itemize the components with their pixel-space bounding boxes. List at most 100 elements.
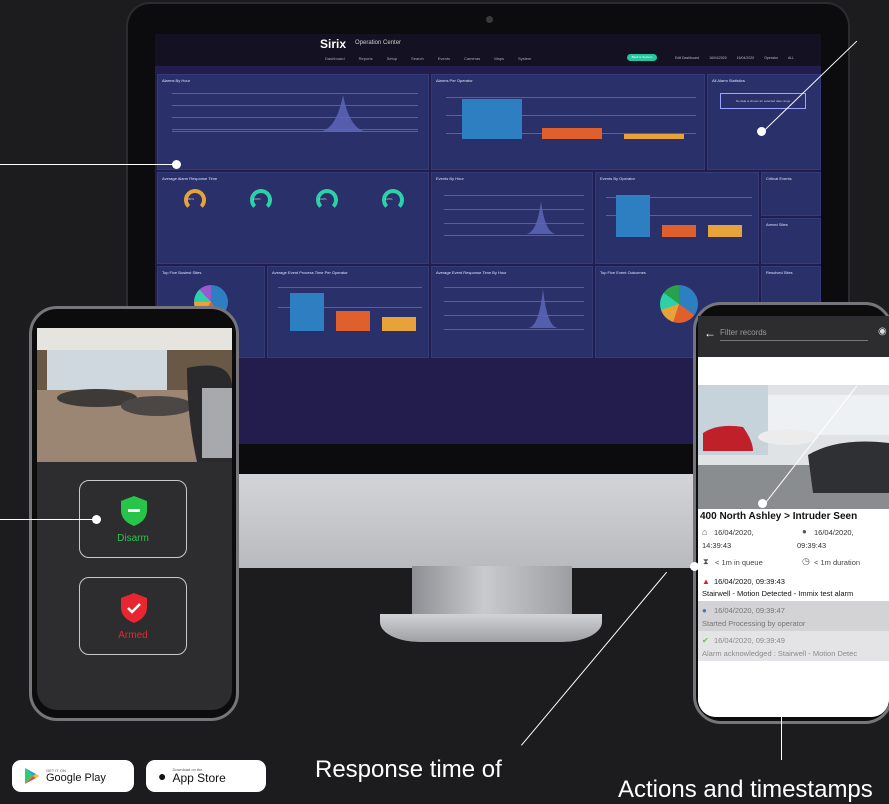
nav-maps[interactable]: Maps: [494, 56, 504, 61]
armed-button[interactable]: Armed: [79, 577, 187, 655]
hourly-response-peak: [528, 289, 558, 328]
back-arrow-icon[interactable]: ←: [704, 326, 716, 340]
monitor-stand: [412, 566, 572, 616]
nav-dashboard[interactable]: Dashboard: [325, 56, 345, 61]
date-to[interactable]: 16/04/2020: [737, 56, 755, 60]
google-play-icon: [25, 768, 39, 784]
dashboard-toolbar: Edit Dashboard 16/04/2020 16/04/2020 Ope…: [675, 56, 794, 60]
outcomes-pie: [660, 285, 698, 323]
webcam: [486, 16, 493, 23]
operator-filter[interactable]: Operator: [764, 56, 778, 60]
panel-avg-alarm-response: Average Alarm Response Time 80% 100% 100…: [157, 172, 429, 264]
event-date-left: 16/04/2020,: [714, 528, 754, 537]
nav-reports[interactable]: Reports: [359, 56, 373, 61]
panel-title: Top Five Event Outcomes: [600, 270, 646, 275]
bar-process-operator-3: [382, 317, 416, 331]
disarm-label: Disarm: [117, 533, 149, 544]
annotation-dot: [874, 563, 883, 572]
duration-time: < 1m duration: [814, 558, 861, 567]
panel-alarms-per-operator: Alarms Per Operator: [431, 74, 705, 170]
nav-cameras[interactable]: Cameras: [464, 56, 480, 61]
annotation-line: [882, 567, 889, 568]
bar-event-operator-1: [616, 195, 650, 237]
nav-events[interactable]: Events: [438, 56, 450, 61]
panel-title: Average Event Response Time By Hour: [436, 270, 507, 275]
event-row-1-text: Stairwell - Motion Detected - Immix test…: [702, 589, 854, 598]
annotation-line: [882, 534, 889, 535]
event-row-1[interactable]: ▲ 16/04/2020, 09:39:43 Stairwell - Motio…: [698, 573, 889, 601]
annotation-dot: [778, 688, 787, 697]
right-phone-screen: 400 North Ashley > Intruder Seen ⌂ 16/04…: [698, 357, 889, 717]
bar-event-operator-2: [662, 225, 696, 237]
panel-title: Alarms By Hour: [162, 78, 191, 83]
event-time-right: 09:39:43: [797, 541, 827, 550]
showroom-camera-feed: [37, 328, 232, 462]
processing-icon: ●: [702, 606, 707, 615]
panel-title: Top Five Busiest Sites: [162, 270, 202, 275]
nav-system[interactable]: System: [518, 56, 531, 61]
panel-title: Resolved Sites: [766, 270, 793, 275]
right-phone-header: ← Filter records ◉: [698, 316, 889, 358]
panel-avg-event-process: Average Event Process Time Per Operator: [267, 266, 429, 358]
caption-actions-timestamps: Actions and timestamps: [618, 776, 873, 803]
panel-title: Average Alarm Response Time: [162, 176, 218, 181]
gauge-4-value: 100%: [385, 197, 393, 201]
nav-search[interactable]: Search: [411, 56, 424, 61]
google-play-badge[interactable]: GET IT ON Google Play: [12, 760, 134, 792]
brand-logo: Sirix: [320, 37, 347, 51]
panel-title: Critical Events: [766, 176, 792, 181]
main-nav: Dashboard Reports Setup Search Events Ca…: [325, 56, 531, 61]
visibility-icon[interactable]: ◉: [878, 326, 887, 337]
event-row-3[interactable]: ✔ 16/04/2020, 09:39:49 Alarm acknowledge…: [698, 631, 889, 661]
app-store-label: App Store: [172, 771, 226, 785]
clock-icon: ◷: [802, 556, 810, 566]
panel-avg-event-response: Average Event Response Time By Hour: [431, 266, 593, 358]
annotation-dot: [757, 127, 766, 136]
panel-title: Alarms Per Operator: [436, 78, 473, 83]
bar-operator-3: [624, 134, 684, 139]
bar-process-operator-2: [336, 311, 370, 331]
event-row-1-time: 16/04/2020, 09:39:43: [714, 577, 785, 586]
armed-label: Armed: [118, 630, 148, 641]
event-row-2[interactable]: ● 16/04/2020, 09:39:47 Started Processin…: [698, 601, 889, 631]
gauge-2-value: 100%: [253, 197, 261, 201]
queue-icon: ⧗: [703, 557, 709, 566]
annotation-line: [0, 164, 176, 165]
panel-events-by-operator: Events By Operator: [595, 172, 759, 264]
panel-title: Average Event Process Time Per Operator: [272, 270, 348, 275]
annotation-dot: [876, 509, 885, 518]
annotation-dot: [172, 160, 181, 169]
event-date-right: 16/04/2020,: [814, 528, 854, 537]
panel-title: Events By Hour: [436, 176, 464, 181]
caption-response-time: Response time of: [315, 756, 502, 783]
queue-time: < 1m in queue: [715, 558, 763, 567]
annotation-dot: [758, 499, 767, 508]
panel-critical-events: Critical Events: [761, 172, 821, 216]
operator-filter-value[interactable]: ALL: [788, 56, 794, 60]
hourly-event-peak: [526, 201, 556, 234]
back-to-system-button[interactable]: Back to System: [627, 54, 657, 61]
alarm-bell-icon: ▲: [702, 577, 710, 586]
hourly-alarm-peak: [318, 95, 368, 132]
nav-setup[interactable]: Setup: [387, 56, 397, 61]
bar-operator-2: [542, 128, 602, 139]
edit-dashboard-link[interactable]: Edit Dashboard: [675, 56, 699, 60]
annotation-dot: [690, 562, 699, 571]
home-icon: ⌂: [702, 527, 708, 537]
filter-input[interactable]: Filter records: [720, 328, 767, 337]
bar-operator-1: [462, 99, 522, 139]
app-store-badge[interactable]: ● Download on the App Store: [146, 760, 266, 792]
annotation-line: [0, 519, 97, 520]
annotation-dot: [874, 530, 883, 539]
event-row-2-time: 16/04/2020, 09:39:47: [714, 606, 785, 615]
panel-alarms-by-hour: Alarms By Hour: [157, 74, 429, 170]
bar-event-operator-3: [708, 225, 742, 237]
checkmark-icon: ✔: [702, 636, 709, 645]
event-row-2-text: Started Processing by operator: [702, 619, 806, 628]
person-icon: ●: [802, 527, 807, 536]
gauge-1-value: 80%: [188, 197, 195, 201]
dashboard-topbar: Sirix Operation Center Dashboard Reports…: [155, 34, 821, 66]
date-from[interactable]: 16/04/2020: [709, 56, 727, 60]
event-title: 400 North Ashley > Intruder Seen: [700, 511, 858, 522]
annotation-line: [781, 692, 782, 760]
